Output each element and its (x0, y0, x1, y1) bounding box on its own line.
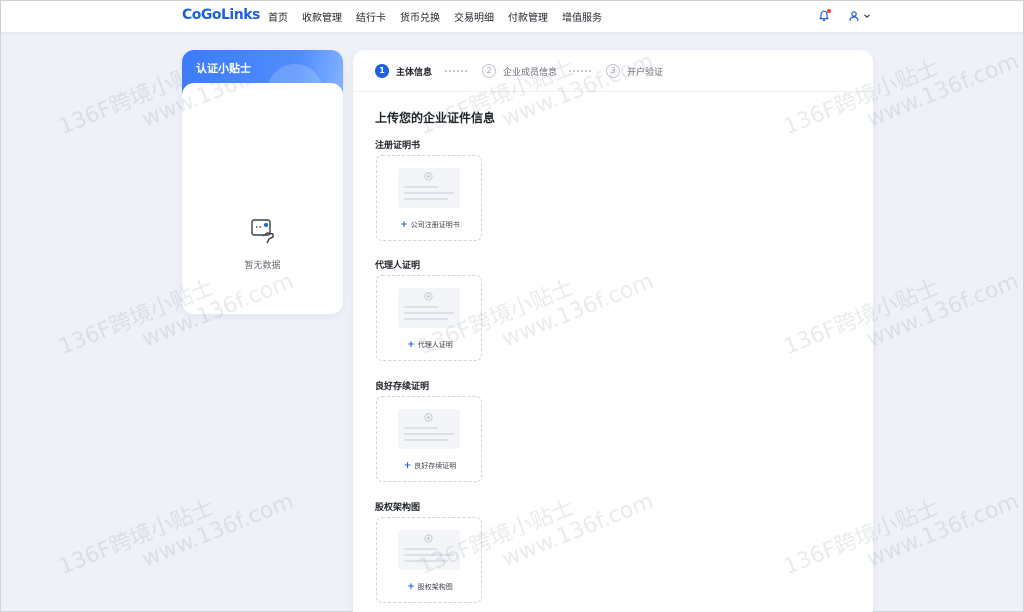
step-label: 企业成员信息 (503, 67, 558, 78)
tips-title: 认证小贴士 (196, 62, 251, 75)
plus-icon: + (400, 220, 408, 230)
step-connector (445, 70, 467, 72)
chevron-down-icon[interactable] (863, 12, 871, 20)
nav-item-currency-exchange[interactable]: 货币兑换 (400, 9, 440, 24)
seal-icon (424, 172, 433, 181)
empty-state-text: 暂无数据 (244, 261, 281, 271)
step-number: 1 (375, 64, 389, 78)
main-nav: 首页 收款管理 结行卡 货币兑换 交易明细 付款管理 增值服务 (268, 1, 616, 32)
step-connector (569, 70, 591, 72)
nav-item-home[interactable]: 首页 (268, 9, 288, 24)
step-account-verification: 3 开户验证 (606, 63, 663, 79)
brand-logo[interactable]: CoGoLinks (182, 7, 260, 23)
document-placeholder (398, 530, 460, 570)
upload-equity-structure-chart[interactable]: + 股权架构图 (376, 517, 482, 603)
upload-label: + 股权架构图 (407, 582, 453, 592)
field-label-agent: 代理人证明 (375, 261, 421, 271)
field-label-registration: 注册证明书 (375, 141, 421, 151)
document-placeholder (398, 288, 460, 328)
document-placeholder (398, 409, 460, 449)
upload-agent-certificate[interactable]: + 代理人证明 (376, 275, 482, 361)
nav-item-collection[interactable]: 收款管理 (302, 9, 342, 24)
top-nav-bar: CoGoLinks 首页 收款管理 结行卡 货币兑换 交易明细 付款管理 增值服… (1, 1, 1023, 32)
document-placeholder (398, 168, 460, 208)
plus-icon: + (403, 461, 412, 471)
step-label: 开户验证 (627, 67, 664, 78)
tips-body: 暂无数据 (182, 83, 343, 314)
upload-label: + 代理人证明 (407, 340, 453, 350)
plus-icon: + (407, 582, 415, 592)
step-member-info: 2 企业成员信息 (482, 63, 557, 79)
seal-icon (424, 534, 433, 543)
field-label-good-standing: 良好存续证明 (375, 382, 430, 392)
nav-item-value-added[interactable]: 增值服务 (562, 9, 602, 24)
step-subject-info: 1 主体信息 (375, 63, 432, 79)
upload-label: + 良好存续证明 (403, 461, 457, 471)
seal-icon (424, 292, 433, 301)
notification-dot (827, 9, 831, 13)
user-icon[interactable] (848, 10, 860, 22)
upload-good-standing-certificate[interactable]: + 良好存续证明 (376, 396, 482, 482)
watermark: 136F跨境小贴士www.136f.com (55, 489, 298, 581)
nav-item-transactions[interactable]: 交易明细 (454, 9, 494, 24)
section-title: 上传您的企业证件信息 (375, 111, 496, 125)
nav-item-settlement-card[interactable]: 结行卡 (356, 9, 386, 24)
upload-registration-certificate[interactable]: + 公司注册证明书 (376, 155, 482, 241)
progress-steps: 1 主体信息 2 企业成员信息 3 开户验证 (353, 50, 873, 92)
seal-icon (424, 413, 433, 422)
step-number: 2 (482, 64, 496, 78)
empty-data-icon (251, 219, 274, 244)
upload-label: + 公司注册证明书 (400, 220, 460, 230)
certification-tips-card: 认证小贴士 暂无数据 (182, 50, 343, 314)
step-label: 主体信息 (396, 67, 433, 78)
step-number: 3 (606, 64, 620, 78)
plus-icon: + (407, 340, 415, 350)
field-label-equity-structure: 股权架构图 (375, 503, 421, 513)
nav-item-payment[interactable]: 付款管理 (508, 9, 548, 24)
main-form-card: 1 主体信息 2 企业成员信息 3 开户验证 上传您的企业证件信息 注册证明书 … (353, 50, 873, 612)
